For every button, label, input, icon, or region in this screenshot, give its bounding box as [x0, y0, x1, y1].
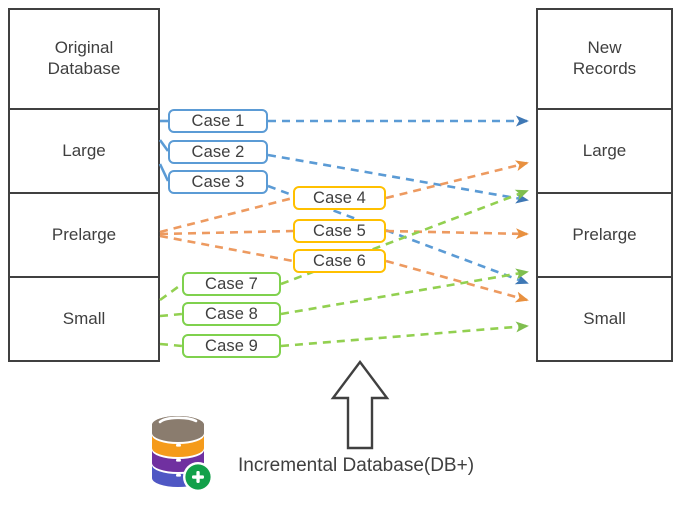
edge-case-9 [280, 321, 529, 348]
right-row-small: Small [538, 276, 671, 360]
stub-case-4 [159, 196, 294, 234]
left-header-cell: Original Database [10, 10, 158, 108]
stub-case-8 [159, 312, 183, 318]
right-header-line1: New [587, 38, 622, 58]
left-header-line1: Original [54, 38, 114, 58]
case-chip-9-label: Case 9 [205, 336, 258, 355]
edge-case-6 [385, 259, 529, 303]
right-header-line2: Records [572, 59, 637, 78]
case-chip-9[interactable]: Case 9 [182, 334, 281, 358]
right-row-prelarge-label: Prelarge [572, 224, 637, 244]
right-row-prelarge: Prelarge [538, 192, 671, 276]
case-chip-3[interactable]: Case 3 [168, 170, 268, 194]
case-chip-5-label: Case 5 [313, 221, 366, 240]
left-row-prelarge: Prelarge [10, 192, 158, 276]
left-row-small: Small [10, 276, 158, 360]
stub-case-9 [159, 342, 183, 348]
case-chip-3-label: Case 3 [191, 172, 245, 191]
left-row-large-label: Large [62, 140, 106, 160]
case-chip-6-label: Case 6 [313, 251, 366, 270]
case-chip-5[interactable]: Case 5 [293, 219, 386, 243]
right-header-cell: New Records [538, 10, 671, 108]
edge-case-4 [385, 160, 529, 200]
up-arrow-icon [330, 360, 390, 450]
case-chip-8-label: Case 8 [205, 304, 258, 323]
edge-case-8 [280, 268, 529, 316]
new-records-column: New Records Large Prelarge Small [536, 8, 673, 362]
right-row-large-label: Large [582, 140, 627, 160]
case-chip-1[interactable]: Case 1 [168, 109, 268, 133]
stub-case-3 [158, 163, 170, 182]
case-chip-6[interactable]: Case 6 [293, 249, 386, 273]
diagram-canvas: Original Database Large Prelarge Small N… [0, 0, 685, 518]
case-chip-8[interactable]: Case 8 [182, 302, 281, 326]
original-database-column: Original Database Large Prelarge Small [8, 8, 160, 362]
stub-case-5 [159, 229, 294, 236]
stub-case-6 [159, 234, 294, 263]
case-chip-2-label: Case 2 [191, 142, 245, 161]
case-chip-2[interactable]: Case 2 [168, 140, 268, 164]
right-row-small-label: Small [583, 308, 626, 328]
right-row-large: Large [538, 108, 671, 192]
stub-case-7 [159, 282, 183, 302]
case-chip-7-label: Case 7 [205, 274, 258, 293]
case-chip-1-label: Case 1 [191, 111, 245, 130]
left-header-line2: Database [47, 59, 121, 78]
case-chip-4[interactable]: Case 4 [293, 186, 386, 210]
left-row-small-label: Small [62, 308, 106, 328]
incremental-database-icon [152, 416, 213, 492]
left-row-large: Large [10, 108, 158, 192]
incremental-database-caption: Incremental Database(DB+) [238, 455, 474, 477]
incremental-database-caption-label: Incremental Database(DB+) [238, 455, 475, 476]
case-chip-4-label: Case 4 [313, 188, 366, 207]
left-row-prelarge-label: Prelarge [51, 224, 117, 244]
edge-case-5 [385, 228, 529, 240]
stub-case-2 [158, 139, 170, 152]
case-chip-7[interactable]: Case 7 [182, 272, 281, 296]
